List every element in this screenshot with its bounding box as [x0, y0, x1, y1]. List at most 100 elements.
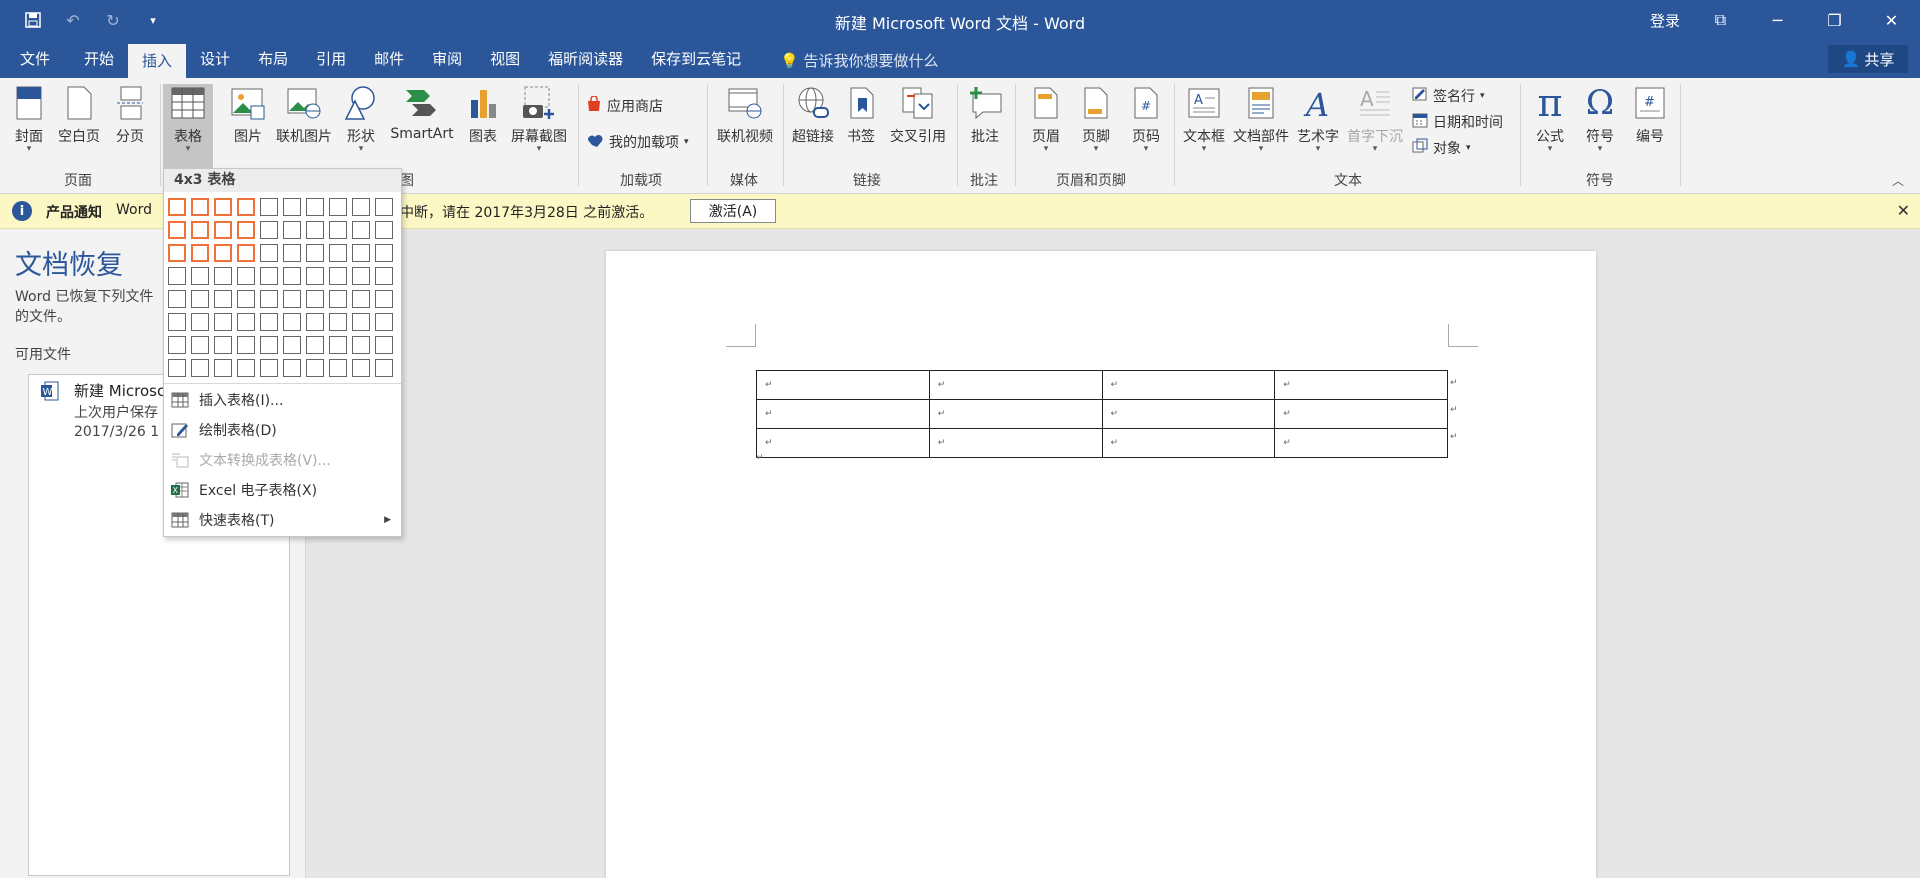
table-grid-cell[interactable] [260, 313, 278, 331]
table-grid-cell[interactable] [352, 198, 370, 216]
draw-table-menu-item[interactable]: 绘制表格(D) [164, 416, 401, 444]
table-grid-cell[interactable] [214, 290, 232, 308]
table-grid-cell[interactable] [375, 313, 393, 331]
share-button[interactable]: 👤 共享 [1828, 45, 1908, 73]
shapes-button[interactable]: 形状 ▾ [342, 84, 380, 154]
table-grid-cell[interactable] [191, 267, 209, 285]
equation-button[interactable]: π 公式 ▾ [1530, 81, 1570, 154]
tab-insert[interactable]: 插入 [128, 44, 187, 78]
table-cell[interactable]: ↵ [1101, 428, 1276, 458]
page-break-button[interactable]: 分页 [110, 84, 150, 146]
table-grid-cell[interactable] [214, 313, 232, 331]
table-grid-cell[interactable] [306, 290, 324, 308]
table-grid-cell[interactable] [283, 244, 301, 262]
table-cell[interactable]: ↵ [1274, 399, 1448, 429]
tab-mailings[interactable]: 邮件 [360, 40, 418, 78]
table-grid-cell[interactable] [352, 244, 370, 262]
activate-button[interactable]: 激活(A) [690, 199, 776, 223]
table-grid-cell[interactable] [260, 359, 278, 377]
header-button[interactable]: 页眉 ▾ [1026, 84, 1066, 154]
document-table[interactable]: ↵ ↵ ↵ ↵ ↵ ↵ ↵ ↵ ↵ ↵ ↵ ↵ [756, 370, 1448, 458]
table-grid-cell[interactable] [283, 359, 301, 377]
text-box-button[interactable]: A 文本框 ▾ [1180, 84, 1228, 154]
table-grid-cell[interactable] [214, 221, 232, 239]
sign-in-link[interactable]: 登录 [1650, 10, 1680, 31]
table-cell[interactable]: ↵ [1101, 399, 1276, 429]
table-grid-cell[interactable] [168, 290, 186, 308]
pictures-button[interactable]: 图片 [228, 84, 268, 146]
table-button[interactable]: 表格 ▾ [163, 84, 213, 170]
table-grid-cell[interactable] [329, 313, 347, 331]
table-grid-cell[interactable] [352, 336, 370, 354]
table-grid-cell[interactable] [283, 221, 301, 239]
tab-view[interactable]: 视图 [476, 40, 534, 78]
table-grid-cell[interactable] [306, 221, 324, 239]
table-grid-cell[interactable] [191, 221, 209, 239]
table-grid-cell[interactable] [352, 313, 370, 331]
table-grid-cell[interactable] [329, 221, 347, 239]
table-grid-cell[interactable] [168, 198, 186, 216]
document-page[interactable]: ↵ ↵ ↵ ↵ ↵ ↵ ↵ ↵ ↵ ↵ ↵ ↵ ↵ ↵ ↵ ↵ [606, 251, 1596, 878]
table-grid-cell[interactable] [306, 244, 324, 262]
restore-icon[interactable]: ❐ [1806, 0, 1863, 40]
screenshot-button[interactable]: 屏幕截图 ▾ [508, 84, 570, 154]
insert-table-menu-item[interactable]: 插入表格(I)... [164, 386, 401, 414]
table-cell[interactable]: ↵ [1274, 428, 1448, 458]
table-grid-cell[interactable] [214, 336, 232, 354]
close-icon[interactable]: ✕ [1863, 0, 1920, 40]
table-grid-cell[interactable] [306, 313, 324, 331]
table-grid-cell[interactable] [191, 290, 209, 308]
number-button[interactable]: # 编号 [1630, 84, 1670, 146]
blank-page-button[interactable]: 空白页 [54, 84, 104, 146]
table-cell[interactable]: ↵ [756, 370, 930, 400]
tab-home[interactable]: 开始 [70, 40, 128, 78]
table-grid-cell[interactable] [329, 290, 347, 308]
table-grid-cell[interactable] [283, 313, 301, 331]
minimize-icon[interactable]: ─ [1749, 0, 1806, 40]
table-grid-cell[interactable] [168, 267, 186, 285]
table-grid-cell[interactable] [283, 267, 301, 285]
table-grid-cell[interactable] [260, 336, 278, 354]
table-grid-cell[interactable] [214, 198, 232, 216]
tab-review[interactable]: 审阅 [418, 40, 476, 78]
tab-layout[interactable]: 布局 [244, 40, 302, 78]
tab-file[interactable]: 文件 [0, 40, 70, 78]
table-grid-cell[interactable] [375, 198, 393, 216]
table-cell[interactable]: ↵ [1101, 370, 1276, 400]
table-grid-cell[interactable] [237, 290, 255, 308]
table-grid-cell[interactable] [191, 313, 209, 331]
table-cell[interactable]: ↵ [928, 428, 1103, 458]
table-grid-cell[interactable] [237, 267, 255, 285]
table-grid-cell[interactable] [306, 267, 324, 285]
tab-design[interactable]: 设计 [186, 40, 244, 78]
table-grid-cell[interactable] [329, 267, 347, 285]
table-grid-cell[interactable] [375, 359, 393, 377]
table-grid-cell[interactable] [329, 359, 347, 377]
wordart-button[interactable]: A 艺术字 ▾ [1294, 84, 1342, 154]
table-cell[interactable]: ↵ [756, 428, 930, 458]
new-comment-button[interactable]: 批注 [965, 84, 1005, 146]
tab-references[interactable]: 引用 [302, 40, 360, 78]
table-grid-cell[interactable] [306, 198, 324, 216]
object-button[interactable]: 对象 ▾ [1412, 138, 1471, 158]
excel-spreadsheet-menu-item[interactable]: X Excel 电子表格(X) [164, 476, 401, 504]
table-grid-cell[interactable] [260, 290, 278, 308]
quick-tables-menu-item[interactable]: 快速表格(T) ▶ [164, 506, 401, 534]
table-grid-cell[interactable] [283, 290, 301, 308]
online-pictures-button[interactable]: 联机图片 [273, 84, 335, 146]
symbol-button[interactable]: Ω 符号 ▾ [1580, 83, 1620, 154]
table-grid-cell[interactable] [375, 244, 393, 262]
table-grid-cell[interactable] [237, 336, 255, 354]
table-grid-cell[interactable] [306, 359, 324, 377]
table-grid-cell[interactable] [352, 221, 370, 239]
table-grid-cell[interactable] [329, 244, 347, 262]
close-icon[interactable]: ✕ [1897, 201, 1910, 220]
table-cell[interactable]: ↵ [928, 399, 1103, 429]
table-grid-cell[interactable] [352, 359, 370, 377]
table-grid-cell[interactable] [260, 221, 278, 239]
cover-page-button[interactable]: 封面 ▾ [8, 84, 50, 154]
table-grid-cell[interactable] [283, 198, 301, 216]
table-grid-cell[interactable] [168, 336, 186, 354]
table-grid-cell[interactable] [168, 221, 186, 239]
text-to-table-menu-item[interactable]: 文本转换成表格(V)... [164, 446, 401, 474]
